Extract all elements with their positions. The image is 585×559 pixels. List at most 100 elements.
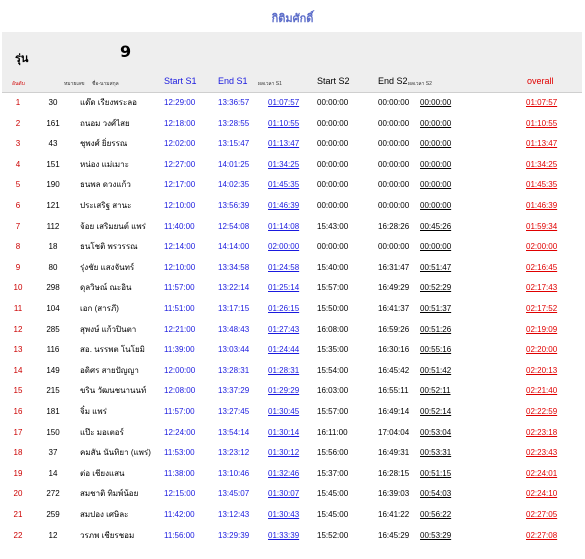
time-s2-link[interactable]: 00:45:26 [420,221,451,233]
start-s1-cell: 11:38:00 [164,468,195,478]
table-row: 21 259 สมปอง เศษิละ 11:42:00 13:12:43 01:30:4… [0,505,585,525]
header-end-s1: End S1 [218,76,248,86]
overall-link[interactable]: 01:13:47 [526,138,557,150]
overall-link[interactable]: 02:24:01 [526,468,557,480]
overall-link[interactable]: 02:24:10 [526,488,557,500]
overall-link[interactable]: 02:20:00 [526,344,557,356]
time-s2-link[interactable]: 00:52:11 [420,385,451,397]
time-s1-link[interactable]: 01:24:44 [268,344,299,356]
bib-cell: 190 [46,180,60,190]
name-cell: สุพงษ์ แก้วปินตา [80,324,137,334]
time-s2-link[interactable]: 00:51:47 [420,262,451,274]
overall-link[interactable]: 02:16:45 [526,262,557,274]
time-s1-link[interactable]: 01:32:46 [268,468,299,480]
time-s2-link[interactable]: 00:54:03 [420,488,451,500]
end-s2-cell: 00:00:00 [378,159,410,169]
time-s2-link[interactable]: 00:52:29 [420,282,451,294]
table-row: 14 149 อดิศร สายปัญญา 12:00:00 13:28:31 01:28… [0,361,585,381]
table-row: 4 151 หน่อง แม่เมาะ 12:27:00 14:01:25 01:34:2… [0,155,585,175]
overall-link[interactable]: 02:23:18 [526,427,557,439]
time-s1-link[interactable]: 01:29:29 [268,385,299,397]
name-cell: ธนพล ดวงแก้ว [80,180,131,190]
time-s2-link[interactable]: 00:00:00 [420,118,451,130]
time-s2-link[interactable]: 00:00:00 [420,138,451,150]
start-s1-cell: 12:17:00 [164,180,196,190]
time-s2-link[interactable]: 00:52:14 [420,406,451,418]
overall-link[interactable]: 02:17:52 [526,303,557,315]
overall-link[interactable]: 02:27:05 [526,509,557,521]
end-s2-cell: 00:00:00 [378,242,410,252]
time-s2-link[interactable]: 00:00:00 [420,97,451,109]
class-panel [2,32,582,93]
time-s2-link[interactable]: 00:51:26 [420,324,451,336]
time-s2-link[interactable]: 00:00:00 [420,200,451,212]
time-s2-link[interactable]: 00:51:15 [420,468,451,480]
start-s2-cell: 00:00:00 [317,242,349,252]
time-s1-link[interactable]: 01:30:43 [268,509,299,521]
time-s1-link[interactable]: 01:30:45 [268,406,299,418]
time-s2-link[interactable]: 00:53:04 [420,427,451,439]
overall-link[interactable]: 02:22:59 [526,406,557,418]
overall-link[interactable]: 01:10:55 [526,118,557,130]
rank-cell: 8 [15,242,21,252]
end-s1-cell: 13:27:45 [218,407,250,416]
end-s2-cell: 16:41:37 [378,304,410,313]
time-s1-link[interactable]: 02:00:00 [268,241,299,253]
time-s2-link[interactable]: 00:00:00 [420,159,451,171]
overall-link[interactable]: 01:59:34 [526,221,557,233]
start-s1-cell: 12:18:00 [164,118,196,128]
time-s1-link[interactable]: 01:46:39 [268,200,299,212]
time-s2-link[interactable]: 00:51:42 [420,365,451,377]
time-s1-link[interactable]: 01:07:57 [268,97,299,109]
time-s1-link[interactable]: 01:30:14 [268,427,299,439]
time-s1-link[interactable]: 01:27:43 [268,324,299,336]
end-s1-cell: 13:56:39 [218,201,250,210]
time-s2-link[interactable]: 00:00:00 [420,241,451,253]
start-s1-cell: 12:24:00 [164,427,196,437]
start-s1-cell: 12:29:00 [164,98,196,107]
time-s1-link[interactable]: 01:24:58 [268,262,299,274]
time-s2-link[interactable]: 00:55:16 [420,344,451,356]
time-s1-link[interactable]: 01:10:55 [268,118,299,130]
class-label: รุ่น [15,52,29,65]
bib-cell: 30 [48,98,58,107]
start-s2-cell: 15:54:00 [317,365,349,375]
overall-link[interactable]: 02:20:13 [526,365,557,377]
overall-link[interactable]: 01:46:39 [526,200,557,212]
bib-cell: 151 [46,159,60,169]
overall-link[interactable]: 02:00:00 [526,241,557,253]
time-s1-link[interactable]: 01:30:07 [268,488,299,500]
start-s2-cell: 00:00:00 [317,98,349,107]
time-s1-link[interactable]: 01:33:39 [268,530,299,542]
end-s1-cell: 13:23:12 [218,448,250,458]
overall-link[interactable]: 01:07:57 [526,97,557,109]
rank-cell: 15 [13,386,23,396]
time-s1-link[interactable]: 01:26:15 [268,303,299,315]
end-s2-cell: 16:55:11 [378,386,409,396]
time-s1-link[interactable]: 01:45:35 [268,179,299,191]
time-s2-link[interactable]: 00:51:37 [420,303,451,315]
time-s1-link[interactable]: 01:30:12 [268,447,299,459]
time-s1-link[interactable]: 01:34:25 [268,159,299,171]
overall-link[interactable]: 01:45:35 [526,179,557,191]
overall-link[interactable]: 02:27:08 [526,530,557,542]
time-s2-link[interactable]: 00:00:00 [420,179,451,191]
start-s2-cell: 15:57:00 [317,283,349,293]
time-s2-link[interactable]: 00:53:29 [420,530,451,542]
time-s1-link[interactable]: 01:28:31 [268,365,299,377]
table-row: 17 150 แป๊ะ มอเตอร์ 12:24:00 13:54:14 01:30:1… [0,423,585,443]
overall-link[interactable]: 02:17:43 [526,282,557,294]
time-s1-link[interactable]: 01:13:47 [268,138,299,150]
time-s1-link[interactable]: 01:14:08 [268,221,299,233]
time-s1-link[interactable]: 01:25:14 [268,282,299,294]
end-s1-cell: 13:28:31 [218,365,250,375]
time-s2-link[interactable]: 00:56:22 [420,509,451,521]
overall-link[interactable]: 02:21:40 [526,385,557,397]
overall-link[interactable]: 02:19:09 [526,324,557,336]
time-s2-link[interactable]: 00:53:31 [420,447,451,459]
end-s1-cell: 13:10:46 [218,468,250,478]
name-cell: คมสัน นันทิยา (แพร่) [80,448,151,458]
end-s2-cell: 16:30:16 [378,345,410,355]
overall-link[interactable]: 02:23:43 [526,447,557,459]
overall-link[interactable]: 01:34:25 [526,159,557,171]
